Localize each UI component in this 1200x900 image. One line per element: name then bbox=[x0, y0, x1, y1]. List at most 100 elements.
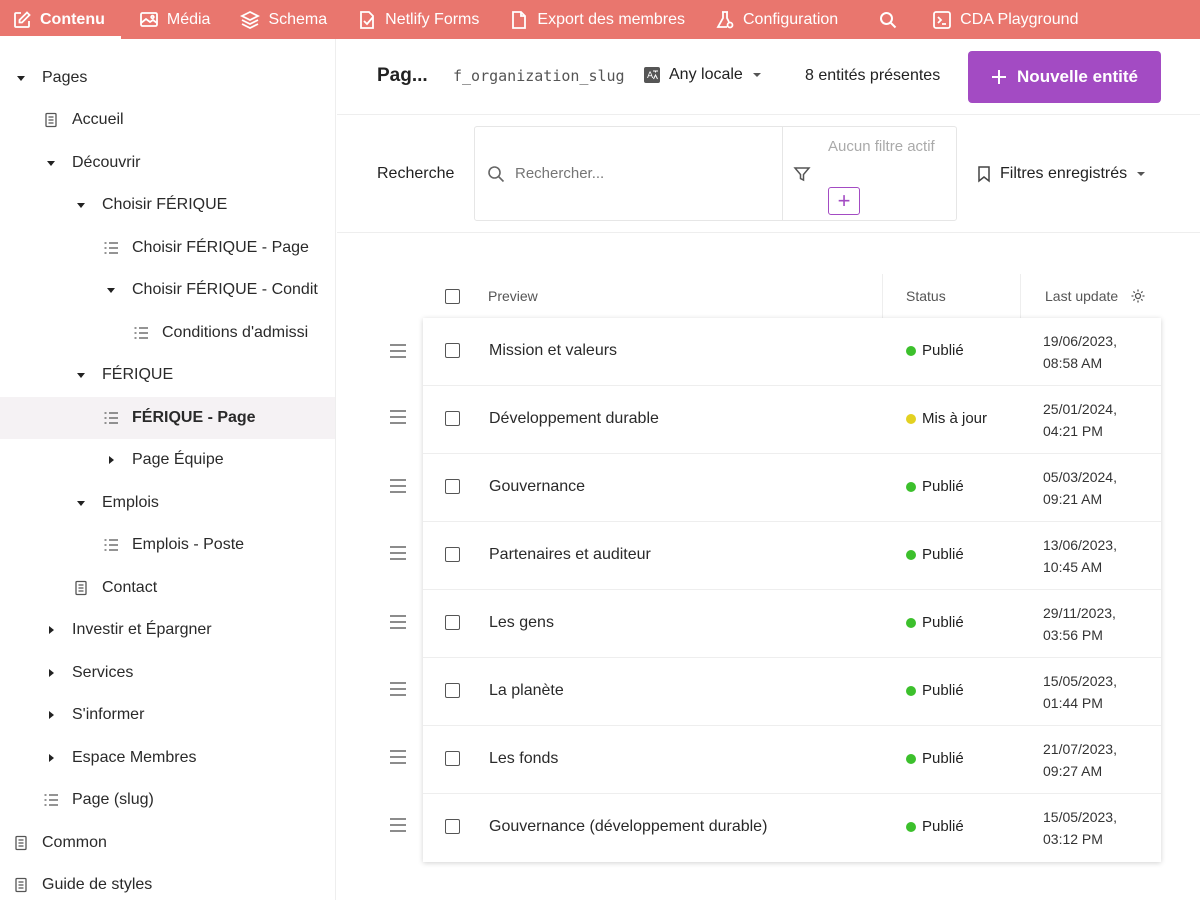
row-checkbox[interactable] bbox=[445, 819, 460, 834]
table-row[interactable]: Partenaires et auditeur Publié 13/06/202… bbox=[423, 522, 1161, 590]
records-table: Mission et valeurs Publié 19/06/2023, 08… bbox=[423, 318, 1161, 862]
table-row[interactable]: Gouvernance (développement durable) Publ… bbox=[423, 794, 1161, 862]
row-checkbox[interactable] bbox=[445, 343, 460, 358]
nav-label: Netlify Forms bbox=[385, 10, 480, 28]
status-badge: Publié bbox=[906, 342, 964, 359]
table-row[interactable]: La planète Publié 15/05/2023, 01:44 PM bbox=[423, 658, 1161, 726]
tree-item-pages[interactable]: Pages bbox=[0, 57, 335, 99]
caret-down-icon[interactable] bbox=[72, 366, 90, 384]
row-checkbox[interactable] bbox=[445, 479, 460, 494]
status-dot bbox=[906, 617, 916, 628]
drag-handle-icon[interactable] bbox=[388, 544, 408, 562]
table-row[interactable]: Gouvernance Publié 05/03/2024, 09:21 AM bbox=[423, 454, 1161, 522]
page-icon bbox=[12, 876, 30, 894]
tree-item-sinformer[interactable]: S'informer bbox=[0, 694, 335, 736]
tree-item-page-equipe[interactable]: Page Équipe bbox=[0, 439, 335, 481]
column-last-update[interactable]: Last update bbox=[1020, 274, 1161, 318]
caret-right-icon[interactable] bbox=[42, 706, 60, 724]
row-last-update: 15/05/2023, 03:12 PM bbox=[1043, 809, 1117, 847]
row-preview: Partenaires et auditeur bbox=[489, 546, 651, 563]
form-icon bbox=[360, 10, 375, 29]
row-last-update: 29/11/2023, 03:56 PM bbox=[1043, 605, 1116, 643]
tree-item-guide-styles[interactable]: Guide de styles bbox=[0, 864, 335, 900]
caret-down-icon[interactable] bbox=[72, 196, 90, 214]
row-checkbox[interactable] bbox=[445, 615, 460, 630]
tree-item-common[interactable]: Common bbox=[0, 822, 335, 864]
nav-search-button[interactable] bbox=[850, 0, 920, 39]
tree-item-ferique-page[interactable]: FÉRIQUE - Page bbox=[0, 397, 335, 439]
drag-handle-icon[interactable] bbox=[388, 408, 408, 426]
table-row[interactable]: Mission et valeurs Publié 19/06/2023, 08… bbox=[423, 318, 1161, 386]
drag-handle-icon[interactable] bbox=[388, 748, 408, 766]
tree-item-choisir-ferique-condit[interactable]: Choisir FÉRIQUE - Condit bbox=[0, 269, 335, 311]
tree-item-ferique[interactable]: FÉRIQUE bbox=[0, 354, 335, 396]
status-dot bbox=[906, 549, 916, 560]
tree-item-investir-epargner[interactable]: Investir et Épargner bbox=[0, 609, 335, 651]
caret-down-icon[interactable] bbox=[102, 281, 120, 299]
row-checkbox[interactable] bbox=[445, 683, 460, 698]
row-last-update: 05/03/2024, 09:21 AM bbox=[1043, 469, 1117, 507]
column-status[interactable]: Status bbox=[882, 274, 1020, 318]
nav-label: Média bbox=[166, 10, 211, 28]
settings-icon[interactable] bbox=[1130, 288, 1146, 304]
caret-down-icon[interactable] bbox=[12, 69, 30, 87]
nav-label: Export des membres bbox=[537, 10, 685, 28]
row-checkbox[interactable] bbox=[445, 547, 460, 562]
status-badge: Publié bbox=[906, 818, 964, 835]
drag-handle-icon[interactable] bbox=[388, 342, 408, 360]
chevron-down-icon bbox=[1137, 172, 1146, 176]
translate-icon: A bbox=[644, 67, 660, 83]
row-last-update: 25/01/2024, 04:21 PM bbox=[1043, 401, 1117, 439]
nav-configuration[interactable]: Configuration bbox=[703, 0, 850, 39]
tree-item-espace-membres[interactable]: Espace Membres bbox=[0, 737, 335, 779]
row-last-update: 21/07/2023, 09:27 AM bbox=[1043, 741, 1117, 779]
nav-netlify-forms[interactable]: Netlify Forms bbox=[345, 0, 491, 39]
nav-schema[interactable]: Schema bbox=[228, 0, 339, 39]
tree-item-choisir-ferique-page[interactable]: Choisir FÉRIQUE - Page bbox=[0, 227, 335, 269]
terminal-icon bbox=[933, 10, 952, 29]
row-last-update: 13/06/2023, 10:45 AM bbox=[1043, 537, 1117, 575]
row-checkbox[interactable] bbox=[445, 411, 460, 426]
locale-dropdown[interactable]: A Any locale bbox=[643, 66, 763, 84]
table-row[interactable]: Développement durable Mis à jour 25/01/2… bbox=[423, 386, 1161, 454]
table-row[interactable]: Les gens Publié 29/11/2023, 03:56 PM bbox=[423, 590, 1161, 658]
select-all-checkbox[interactable] bbox=[445, 288, 460, 304]
tree-item-emplois-poste[interactable]: Emplois - Poste bbox=[0, 524, 335, 566]
caret-right-icon[interactable] bbox=[102, 451, 120, 469]
caret-right-icon[interactable] bbox=[42, 621, 60, 639]
table-row[interactable]: Les fonds Publié 21/07/2023, 09:27 AM bbox=[423, 726, 1161, 794]
tree-item-contact[interactable]: Contact bbox=[0, 567, 335, 609]
nav-cda-playground[interactable]: CDA Playground bbox=[920, 0, 1090, 39]
saved-filters-dropdown[interactable]: Filtres enregistrés bbox=[976, 165, 1147, 183]
tree-item-choisir-ferique[interactable]: Choisir FÉRIQUE bbox=[0, 184, 335, 226]
search-input[interactable] bbox=[515, 165, 775, 182]
top-nav: Contenu Média Schema Netlify Forms Expor… bbox=[0, 0, 1200, 39]
edit-icon bbox=[14, 10, 31, 28]
new-entity-button[interactable]: Nouvelle entité bbox=[968, 51, 1161, 103]
filter-panel: Aucun filtre actif + bbox=[783, 127, 957, 220]
row-preview: Les gens bbox=[489, 614, 554, 631]
drag-handle-icon[interactable] bbox=[388, 816, 408, 834]
filter-icon[interactable] bbox=[793, 165, 811, 183]
tree-item-services[interactable]: Services bbox=[0, 652, 335, 694]
nav-export-membres[interactable]: Export des membres bbox=[497, 0, 697, 39]
caret-right-icon[interactable] bbox=[42, 749, 60, 767]
status-dot bbox=[906, 685, 916, 696]
caret-down-icon[interactable] bbox=[42, 154, 60, 172]
nav-media[interactable]: Média bbox=[127, 0, 223, 39]
caret-right-icon[interactable] bbox=[42, 664, 60, 682]
tree-item-decouvrir[interactable]: Découvrir bbox=[0, 142, 335, 184]
drag-handle-icon[interactable] bbox=[388, 613, 408, 631]
drag-handle-icon[interactable] bbox=[388, 477, 408, 495]
row-checkbox[interactable] bbox=[445, 751, 460, 766]
search-bar: Recherche Aucun filtre actif + Filtres e… bbox=[337, 115, 1200, 233]
tree-item-accueil[interactable]: Accueil bbox=[0, 99, 335, 141]
drag-handle-icon[interactable] bbox=[388, 680, 408, 698]
column-preview[interactable]: Preview bbox=[488, 274, 538, 318]
tree-item-page-slug[interactable]: Page (slug) bbox=[0, 779, 335, 821]
add-filter-button[interactable]: + bbox=[828, 187, 860, 215]
nav-contenu[interactable]: Contenu bbox=[0, 0, 121, 39]
tree-item-conditions-admission[interactable]: Conditions d'admissi bbox=[0, 312, 335, 354]
caret-down-icon[interactable] bbox=[72, 494, 90, 512]
tree-item-emplois[interactable]: Emplois bbox=[0, 482, 335, 524]
